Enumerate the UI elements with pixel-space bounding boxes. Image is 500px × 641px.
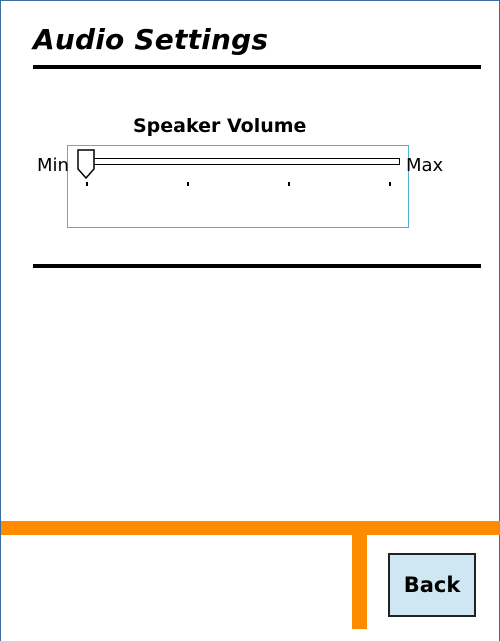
- speaker-volume-slider-thumb[interactable]: [76, 149, 96, 179]
- slider-tick: [288, 182, 290, 186]
- back-button[interactable]: Back: [388, 553, 476, 617]
- page-title: Audio Settings: [33, 23, 269, 56]
- volume-min-label: Min: [37, 155, 69, 176]
- speaker-volume-label: Speaker Volume: [133, 115, 307, 137]
- slider-tick: [187, 182, 189, 186]
- section-divider: [33, 264, 481, 268]
- slider-tick: [86, 182, 88, 186]
- audio-settings-screen: Audio Settings Speaker Volume Min Max Ba…: [0, 0, 500, 641]
- title-divider: [33, 65, 481, 69]
- speaker-volume-slider-track[interactable]: [86, 158, 400, 165]
- slider-tick: [389, 182, 391, 186]
- volume-max-label: Max: [406, 155, 444, 176]
- footer-accent-stem: [352, 535, 367, 629]
- footer-accent-bar: [1, 521, 500, 535]
